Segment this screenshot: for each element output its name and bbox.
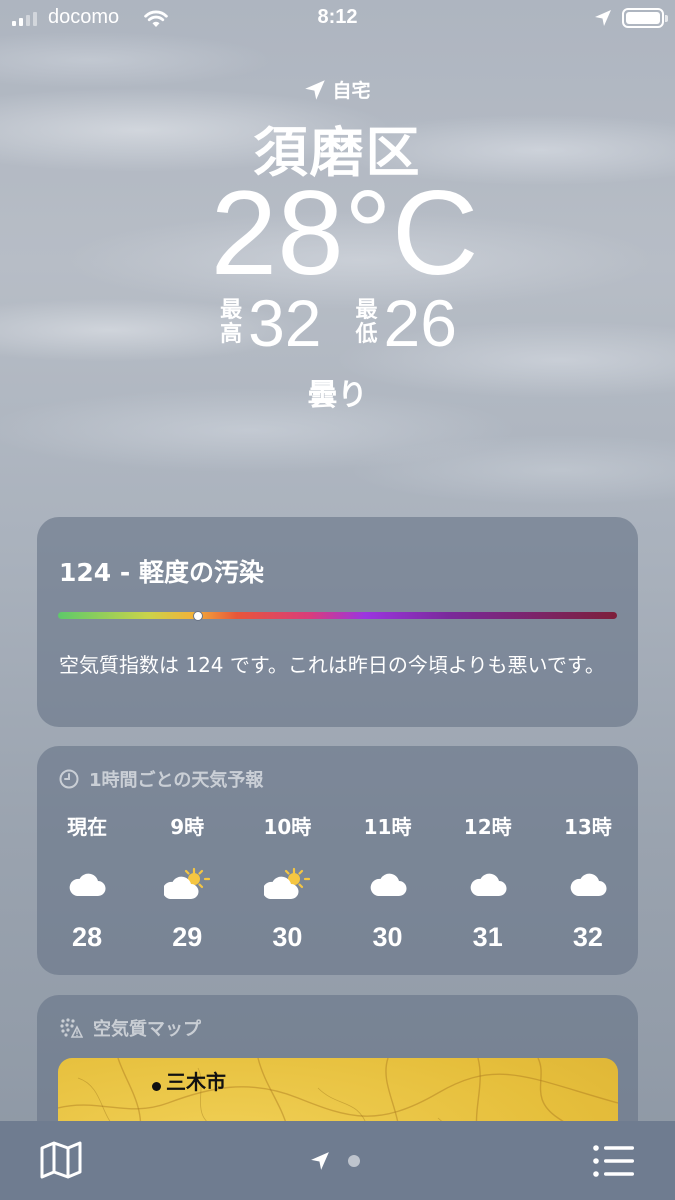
aqi-description: 空気質指数は 124 です。これは昨日の今頃よりも悪いです。 (59, 653, 605, 677)
hour-temperature: 28 (72, 922, 103, 952)
hour-label: 9時 (170, 815, 205, 839)
battery-icon (622, 8, 668, 28)
city-marker (152, 1082, 161, 1091)
hourly-header-label: 1時間ごとの天気予報 (89, 770, 264, 791)
map-icon[interactable] (40, 1141, 82, 1179)
hour-label: 10時 (263, 815, 312, 839)
hour-label: 11時 (363, 815, 412, 839)
location-services-icon (594, 9, 612, 31)
hour-temperature: 30 (372, 922, 403, 952)
status-bar: docomo 8:12 (0, 0, 675, 38)
hour-temperature: 32 (572, 922, 603, 952)
hourly-forecast-card[interactable]: 1時間ごとの天気予報 現在 28 9時 29 10時 30 11時 30 12時 31 13時 32 (37, 746, 638, 975)
sun-behind-cloud-icon (264, 866, 311, 902)
low-label: 最低 (355, 298, 378, 347)
air-quality-card[interactable]: 124 - 軽度の汚染 空気質指数は 124 です。これは昨日の今頃よりも悪いで… (37, 517, 638, 727)
home-location-row: 自宅 (0, 76, 675, 103)
hour-label: 13時 (563, 815, 612, 839)
aqi-indicator (192, 611, 203, 621)
hour-temperature: 30 (272, 922, 303, 952)
home-label: 自宅 (332, 80, 371, 102)
location-arrow-icon (305, 79, 326, 100)
hourly-header: 1時間ごとの天気予報 (59, 766, 263, 792)
hour-temperature: 31 (472, 922, 503, 952)
aqi-scale-bar (58, 612, 617, 619)
sun-behind-cloud-icon (164, 866, 211, 902)
cloud-icon (67, 866, 107, 902)
status-time: 8:12 (317, 6, 358, 28)
hourly-list: 現在 28 9時 29 10時 30 11時 30 12時 31 13時 32 (37, 814, 638, 953)
weather-condition: 曇り (307, 378, 368, 413)
high-low-row: 最高 32 最低 26 (0, 288, 675, 358)
map-city-label: 三木市 (166, 1070, 226, 1094)
map-header: 空気質マップ (59, 1015, 201, 1041)
high-temperature: 32 (248, 286, 322, 360)
cloud-icon (368, 866, 408, 902)
high-label: 最高 (220, 298, 243, 347)
cloud-icon (468, 866, 508, 902)
page-dot (348, 1155, 360, 1167)
cloud-icon (568, 866, 608, 902)
clock-icon (59, 769, 79, 789)
hour-temperature: 29 (172, 922, 203, 952)
hour-label: 12時 (463, 815, 512, 839)
low-temperature: 26 (383, 286, 457, 360)
current-location-page-icon (311, 1152, 329, 1170)
map-header-label: 空気質マップ (93, 1019, 201, 1040)
page-indicator[interactable] (310, 1151, 360, 1171)
hourly-item: 11時 30 (337, 814, 437, 953)
air-quality-icon (60, 1018, 83, 1038)
hourly-item: 9時 29 (137, 814, 237, 953)
current-temperature: 28°C (210, 166, 479, 300)
bottom-toolbar (0, 1121, 675, 1200)
list-icon[interactable] (592, 1143, 636, 1179)
hourly-item: 13時 32 (538, 814, 638, 953)
hourly-item: 現在 28 (37, 814, 137, 953)
hour-label: 現在 (67, 815, 108, 839)
aqi-title: 124 - 軽度の汚染 (59, 558, 264, 587)
hourly-item: 12時 31 (438, 814, 538, 953)
hourly-item: 10時 30 (237, 814, 337, 953)
